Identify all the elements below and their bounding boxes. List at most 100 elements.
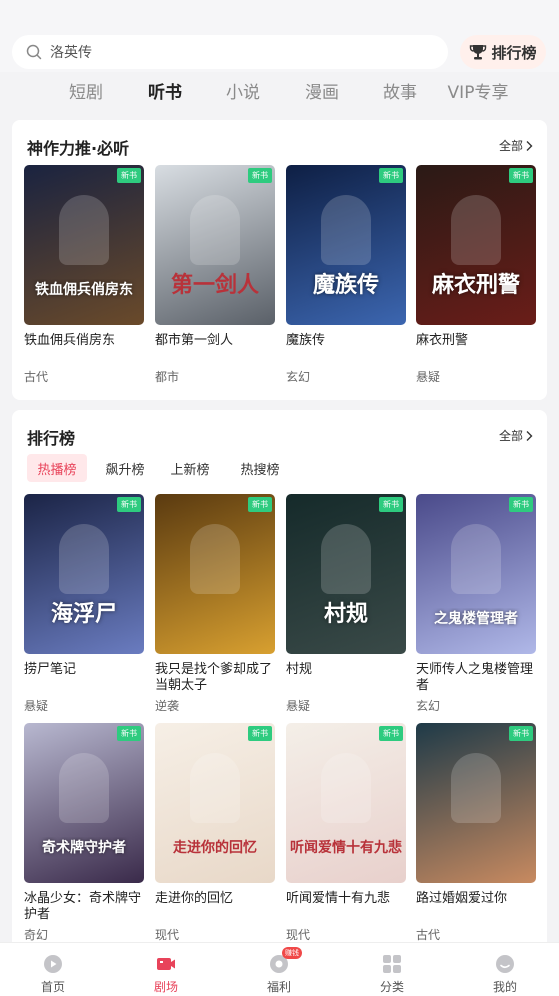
book-cover[interactable]: 铁血佣兵俏房东 新书 [24,165,144,325]
new-badge: 新书 [509,168,533,183]
book-title[interactable]: 捞尸笔记 [24,662,148,678]
bottom-navigation: 首页 剧场 赚钱 福利分类 我的 [0,942,559,996]
cover-figure [451,195,501,265]
book-title[interactable]: 我只是找个爹却成了当朝太子 [155,662,279,694]
tab-2[interactable]: 小说 [226,78,260,103]
nav-badge: 赚钱 [282,947,302,959]
tab-4[interactable]: 故事 [383,78,417,103]
trophy-icon [470,45,487,60]
new-badge: 新书 [379,168,403,183]
ranking-subtab-0[interactable]: 热播榜 [27,454,87,482]
book-card[interactable]: 铁血佣兵俏房东 新书 铁血佣兵俏房东 古代 [24,165,144,384]
book-card[interactable]: 听闻爱情十有九悲 新书 听闻爱情十有九悲 现代 [286,723,406,942]
new-badge: 新书 [509,497,533,512]
book-card[interactable]: 村规 新书 村规 悬疑 [286,494,406,713]
cover-title-text: 魔族传 [312,273,379,298]
nav-label: 分类 [379,980,404,994]
search-icon [26,44,42,60]
book-cover[interactable]: 走进你的回忆 新书 [155,723,275,883]
book-title[interactable]: 冰晶少女：奇术牌守护者 [24,891,148,923]
ranking-subtab-1[interactable]: 飙升榜 [102,454,148,482]
nav-label: 首页 [40,980,65,994]
cover-title-text: 听闻爱情十有九悲 [290,840,402,856]
book-title[interactable]: 铁血佣兵俏房东 [24,333,148,349]
new-badge: 新书 [117,726,141,741]
book-cover[interactable]: 新书 [416,723,536,883]
new-badge: 新书 [117,497,141,512]
search-bar[interactable]: 洛英传 [12,35,448,69]
new-badge: 新书 [509,726,533,741]
ranking-button[interactable]: 排行榜 [460,35,546,69]
cover-figure [190,195,240,265]
chevron-right-icon [526,140,533,151]
book-genre: 玄幻 [286,370,311,384]
cover-figure [321,195,371,265]
book-card[interactable]: 奇术牌守护者 新书 冰晶少女：奇术牌守护者 奇幻 [24,723,144,942]
book-cover[interactable]: 听闻爱情十有九悲 新书 [286,723,406,883]
tab-1[interactable]: 听书 [148,78,182,103]
cover-title-text: 海浮尸 [50,602,117,627]
nav-label: 我的 [492,980,517,994]
book-cover[interactable]: 海浮尸 新书 [24,494,144,654]
book-card[interactable]: 海浮尸 新书 捞尸笔记 悬疑 [24,494,144,713]
nav-label: 剧场 [153,980,178,994]
book-cover[interactable]: 奇术牌守护者 新书 [24,723,144,883]
cover-title-text: 走进你的回忆 [173,840,257,856]
theater-icon [155,953,177,975]
book-title[interactable]: 魔族传 [286,333,410,349]
featured-more-link[interactable]: 全部 [499,137,533,154]
book-cover[interactable]: 村规 新书 [286,494,406,654]
book-cover[interactable]: 新书 [155,494,275,654]
book-cover[interactable]: 麻衣刑警 新书 [416,165,536,325]
ranking-subtab-3[interactable]: 热搜榜 [237,454,283,482]
book-title[interactable]: 路过婚姻爱过你 [416,891,540,907]
tab-0[interactable]: 短剧 [69,78,103,103]
book-cover[interactable]: 第一剑人 新书 [155,165,275,325]
nav-home[interactable]: 首页 [13,943,93,996]
book-title[interactable]: 麻衣刑警 [416,333,540,349]
home-icon [42,953,64,975]
cover-title-text: 之鬼楼管理者 [434,611,518,627]
book-title[interactable]: 都市第一剑人 [155,333,279,349]
new-badge: 新书 [379,726,403,741]
nav-category[interactable]: 分类 [352,943,432,996]
book-title[interactable]: 村规 [286,662,410,678]
nav-theater[interactable]: 剧场 [126,943,206,996]
nav-welfare[interactable]: 赚钱 福利 [239,943,319,996]
book-title[interactable]: 听闻爱情十有九悲 [286,891,410,907]
book-card[interactable]: 麻衣刑警 新书 麻衣刑警 悬疑 [416,165,536,384]
cover-figure [59,195,109,265]
profile-icon [494,953,516,975]
featured-title: 神作力推·必听 [27,139,130,158]
welfare-icon: 赚钱 [268,947,302,975]
new-badge: 新书 [117,168,141,183]
book-card[interactable]: 新书 路过婚姻爱过你 古代 [416,723,536,942]
ranking-button-label: 排行榜 [491,43,537,62]
book-cover[interactable]: 之鬼楼管理者 新书 [416,494,536,654]
book-genre: 古代 [24,370,49,384]
category-tabs: 短剧 听书 小说 漫画 故事 VIP专享 [0,78,559,108]
book-card[interactable]: 之鬼楼管理者 新书 天师传人之鬼楼管理者 玄幻 [416,494,536,713]
tab-3[interactable]: 漫画 [305,78,339,103]
category-icon [381,953,403,975]
book-card[interactable]: 第一剑人 新书 都市第一剑人 都市 [155,165,275,384]
new-badge: 新书 [379,497,403,512]
book-cover[interactable]: 魔族传 新书 [286,165,406,325]
ranking-subtab-2[interactable]: 上新榜 [167,454,213,482]
book-card[interactable]: 魔族传 新书 魔族传玄幻 [286,165,406,384]
ranking-more-link[interactable]: 全部 [499,427,533,444]
book-title[interactable]: 天师传人之鬼楼管理者 [416,662,540,694]
book-genre: 现代 [155,928,180,942]
nav-profile[interactable]: 我的 [465,943,545,996]
chevron-right-icon [526,430,533,441]
cover-figure [321,524,371,594]
book-card[interactable]: 新书 我只是找个爹却成了当朝太子 逆袭 [155,494,275,713]
book-card[interactable]: 走进你的回忆 新书 走进你的回忆现代 [155,723,275,942]
book-genre: 逆袭 [155,699,180,713]
book-title[interactable]: 走进你的回忆 [155,891,279,907]
cover-figure [321,753,371,823]
new-badge: 新书 [248,497,272,512]
ranking-section: 排行榜 全部 热播榜 飙升榜 上新榜 热搜榜 海浮尸 新书 捞尸笔记 悬疑 新书 我只是找个爹却… [12,410,547,942]
tab-5[interactable]: VIP专享 [448,78,509,103]
book-genre: 玄幻 [416,699,441,713]
